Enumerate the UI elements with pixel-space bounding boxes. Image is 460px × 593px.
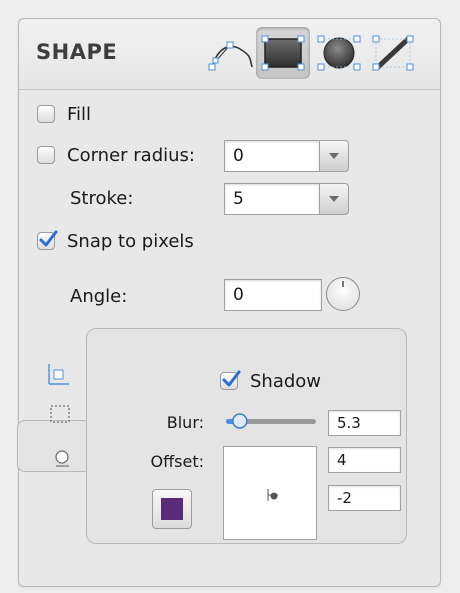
shadow-color-swatch: [161, 498, 183, 520]
stroke-input[interactable]: 5: [224, 183, 320, 215]
stroke-dropdown-button[interactable]: [319, 183, 349, 215]
panel-title: SHAPE: [36, 40, 118, 64]
fill-row: Fill: [37, 99, 91, 129]
shadow-icon[interactable]: [52, 449, 76, 471]
path-tool-icon: [208, 41, 253, 71]
blur-slider-thumb[interactable]: [232, 413, 248, 429]
corner-radius-value: 0: [233, 146, 244, 166]
snap-checkbox[interactable]: [37, 230, 58, 250]
blur-slider[interactable]: [222, 410, 320, 432]
fill-checkbox[interactable]: [37, 105, 55, 123]
rectangle-tool-icon: [261, 35, 305, 71]
blur-value: 5.3: [337, 414, 361, 432]
offset-pad[interactable]: [223, 446, 317, 540]
fill-label: Fill: [67, 103, 92, 125]
ellipse-tool-button[interactable]: [312, 27, 366, 79]
shadow-checkbox[interactable]: [220, 370, 241, 390]
stroke-row: Stroke:: [70, 183, 133, 213]
corner-radius-dropdown-button[interactable]: [319, 140, 349, 172]
selection-icon[interactable]: [49, 403, 73, 427]
offset-label: Offset:: [150, 452, 204, 471]
ellipse-tool-icon: [317, 35, 361, 71]
snap-row: Snap to pixels: [37, 226, 194, 256]
offset-target-icon: [267, 489, 278, 501]
offset-x-input[interactable]: 4: [328, 447, 401, 473]
corner-radius-row: Corner radius:: [37, 140, 195, 170]
angle-value: 0: [233, 285, 244, 305]
angle-input[interactable]: 0: [224, 279, 322, 311]
line-tool-icon: [372, 35, 414, 71]
shadow-label: Shadow: [250, 370, 322, 392]
shadow-row: Shadow: [220, 366, 321, 396]
angle-dial[interactable]: [326, 277, 360, 311]
corner-radius-label: Corner radius:: [67, 144, 195, 166]
shadow-color-button[interactable]: [152, 489, 192, 529]
stroke-value: 5: [233, 189, 244, 209]
angle-row: Angle:: [70, 281, 127, 311]
offset-y-value: -2: [337, 489, 352, 507]
offset-x-value: 4: [337, 451, 347, 469]
blur-input[interactable]: 5.3: [328, 410, 401, 436]
panel-header: SHAPE: [19, 19, 440, 90]
rectangle-tool-button[interactable]: [256, 27, 310, 79]
path-tool-button[interactable]: [202, 27, 256, 79]
line-tool-button[interactable]: [366, 27, 420, 79]
blur-label: Blur:: [166, 413, 204, 432]
angle-label: Angle:: [70, 285, 128, 307]
align-icon[interactable]: [46, 362, 72, 388]
check-icon: [39, 230, 58, 247]
check-icon: [222, 370, 241, 387]
stroke-label: Stroke:: [70, 187, 134, 209]
snap-label: Snap to pixels: [67, 230, 194, 252]
offset-y-input[interactable]: -2: [328, 485, 401, 511]
corner-radius-checkbox[interactable]: [37, 146, 55, 164]
corner-radius-input[interactable]: 0: [224, 140, 320, 172]
